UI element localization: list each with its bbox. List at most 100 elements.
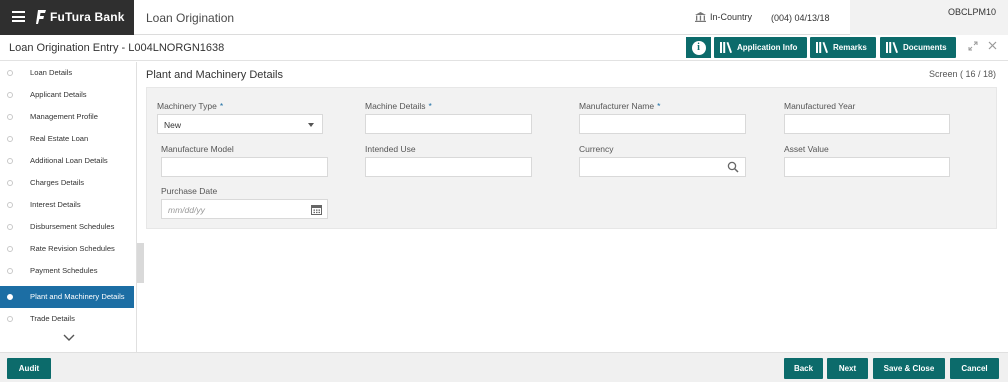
back-button[interactable]: Back xyxy=(784,358,823,379)
audit-button[interactable]: Audit xyxy=(7,358,51,379)
manufactured-year-label: Manufactured Year xyxy=(784,101,856,111)
location-text: In-Country xyxy=(710,12,753,22)
page-title: Loan Origination Entry - L004LNORGN1638 xyxy=(9,42,225,54)
step-dot xyxy=(7,114,13,120)
asset-value-label: Asset Value xyxy=(784,144,829,154)
sidebar-item-rate-revision-schedules[interactable]: Rate Revision Schedules xyxy=(0,238,134,260)
step-dot xyxy=(7,268,13,274)
next-button[interactable]: Next xyxy=(827,358,868,379)
sidebar-item-payment-schedules[interactable]: Payment Schedules xyxy=(0,260,134,282)
machinery-type-select[interactable]: New xyxy=(157,114,323,134)
purchase-date-placeholder: mm/dd/yy xyxy=(168,205,205,215)
step-dot xyxy=(7,202,13,208)
sidebar-item-label: Payment Schedules xyxy=(30,266,98,275)
sidebar-scrollbar[interactable] xyxy=(137,243,144,283)
required-marker: * xyxy=(428,101,432,111)
sidebar-item-additional-loan-details[interactable]: Additional Loan Details xyxy=(0,150,134,172)
machinery-type-label: Machinery Type * xyxy=(157,101,224,111)
library-icon xyxy=(720,42,732,53)
footer-bar: Audit Back Next Save & Close Cancel xyxy=(0,352,1008,382)
required-marker: * xyxy=(219,101,224,111)
section-title: Plant and Machinery Details xyxy=(146,69,283,81)
sidebar-item-label: Trade Details xyxy=(30,314,75,323)
manufacturer-name-label: Manufacturer Name * xyxy=(579,101,661,111)
screen-counter: Screen ( 16 / 18) xyxy=(928,69,996,79)
top-bar: FuTura Bank Loan Origination In-Country … xyxy=(0,0,1008,35)
remarks-button[interactable]: Remarks xyxy=(810,37,876,58)
manufacture-model-input[interactable] xyxy=(161,157,328,177)
cancel-button[interactable]: Cancel xyxy=(950,358,999,379)
required-marker: * xyxy=(657,101,661,111)
step-dot xyxy=(7,224,13,230)
step-dot xyxy=(7,246,13,252)
intended-use-input[interactable] xyxy=(365,157,532,177)
branch-date: (004) 04/13/18 xyxy=(771,13,830,23)
sidebar-item-label: Loan Details xyxy=(30,68,73,77)
sidebar-item-label: Plant and Machinery Details xyxy=(30,292,125,301)
step-dot xyxy=(7,70,13,76)
sidebar-item-applicant-details[interactable]: Applicant Details xyxy=(0,84,134,106)
close-icon[interactable] xyxy=(988,41,997,50)
library-icon xyxy=(886,42,898,53)
step-dot xyxy=(7,180,13,186)
bank-building-icon xyxy=(695,12,706,22)
calendar-icon[interactable] xyxy=(311,204,322,215)
sidebar: Loan Details Applicant Details Managemen… xyxy=(0,62,137,352)
step-dot xyxy=(7,158,13,164)
sidebar-item-real-estate-loan[interactable]: Real Estate Loan xyxy=(0,128,134,150)
currency-input[interactable] xyxy=(579,157,746,177)
brand-name: FuTura Bank xyxy=(50,10,125,24)
application-info-button[interactable]: Application Info xyxy=(714,37,807,58)
dropdown-caret-icon xyxy=(308,123,314,127)
documents-button[interactable]: Documents xyxy=(880,37,956,58)
currency-label: Currency xyxy=(579,144,614,154)
sidebar-item-interest-details[interactable]: Interest Details xyxy=(0,194,134,216)
sidebar-item-label: Additional Loan Details xyxy=(30,156,108,165)
machine-details-input[interactable] xyxy=(365,114,532,134)
sidebar-item-label: Real Estate Loan xyxy=(30,134,89,143)
sidebar-item-label: Applicant Details xyxy=(30,90,87,99)
sidebar-item-disbursement-schedules[interactable]: Disbursement Schedules xyxy=(0,216,134,238)
sidebar-item-loan-details[interactable]: Loan Details xyxy=(0,62,134,84)
manufacturer-name-input[interactable] xyxy=(579,114,746,134)
sidebar-item-trade-details[interactable]: Trade Details xyxy=(0,308,134,330)
asset-value-input[interactable] xyxy=(784,157,950,177)
chevron-down-icon[interactable] xyxy=(63,334,75,342)
sidebar-item-charges-details[interactable]: Charges Details xyxy=(0,172,134,194)
manufacture-model-label: Manufacture Model xyxy=(161,144,234,154)
page-header: Loan Origination Entry - L004LNORGN1638 … xyxy=(0,36,1008,61)
app-title: Loan Origination xyxy=(146,11,235,25)
sidebar-item-management-profile[interactable]: Management Profile xyxy=(0,106,134,128)
user-box[interactable]: OBCLPM10 xyxy=(850,0,1008,35)
remarks-label: Remarks xyxy=(833,43,867,52)
step-dot xyxy=(7,92,13,98)
brand-logo-icon xyxy=(36,10,46,24)
save-and-close-button[interactable]: Save & Close xyxy=(873,358,945,379)
sidebar-item-label: Charges Details xyxy=(30,178,85,187)
location-indicator[interactable]: In-Country xyxy=(695,12,752,22)
search-icon[interactable] xyxy=(727,161,739,173)
brand-block: FuTura Bank xyxy=(0,0,134,35)
sidebar-item-label: Disbursement Schedules xyxy=(30,222,115,231)
step-dot xyxy=(7,316,13,322)
application-info-label: Application Info xyxy=(737,43,798,52)
form-panel: Machinery Type * New Machine Details * Man… xyxy=(146,87,997,229)
intended-use-label: Intended Use xyxy=(365,144,416,154)
username: OBCLPM10 xyxy=(947,7,996,17)
step-dot xyxy=(7,294,13,300)
info-button[interactable]: i xyxy=(686,37,711,58)
step-dot xyxy=(7,136,13,142)
machine-details-label: Machine Details * xyxy=(365,101,432,111)
info-icon: i xyxy=(691,40,706,55)
purchase-date-input[interactable]: mm/dd/yy xyxy=(161,199,328,219)
purchase-date-label: Purchase Date xyxy=(161,186,218,196)
machinery-type-value: New xyxy=(164,120,182,130)
manufactured-year-input[interactable] xyxy=(784,114,950,134)
sidebar-item-plant-and-machinery-details[interactable]: Plant and Machinery Details xyxy=(0,286,134,308)
maximize-icon[interactable] xyxy=(968,41,978,51)
library-icon xyxy=(816,42,828,53)
sidebar-item-label: Management Profile xyxy=(30,112,98,121)
hamburger-menu-icon[interactable] xyxy=(12,11,25,22)
sidebar-item-label: Interest Details xyxy=(30,200,81,209)
documents-label: Documents xyxy=(903,43,947,52)
